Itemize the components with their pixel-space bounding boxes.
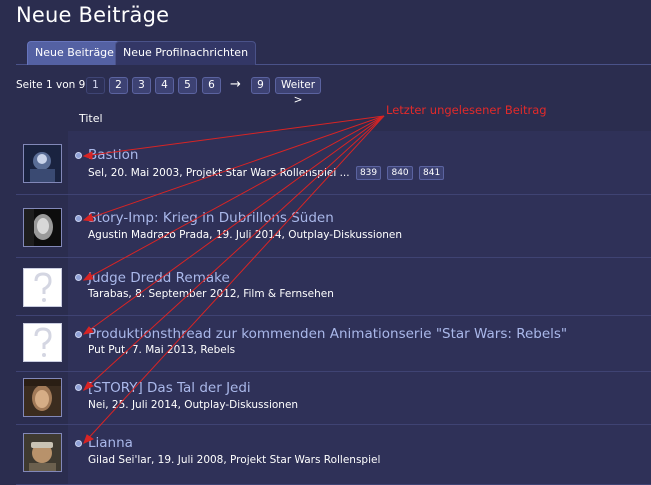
unread-status-icon[interactable] <box>75 152 82 159</box>
page-2-button[interactable]: 2 <box>109 77 128 94</box>
unread-status-icon[interactable] <box>75 274 82 281</box>
thread-title-link[interactable]: Bastion <box>88 147 138 163</box>
thread-meta: Tarabas, 8. September 2012, Film & Ferns… <box>88 288 334 300</box>
page-5-button[interactable]: 5 <box>178 77 197 94</box>
thread-meta-text: Sel, 20. Mai 2003, Projekt Star Wars Rol… <box>88 167 350 179</box>
avatar[interactable] <box>23 144 62 183</box>
annotation-label: Letzter ungelesener Beitrag <box>386 103 547 117</box>
thread-title-link[interactable]: Story-Imp: Krieg in Dubrillons Süden <box>88 210 334 226</box>
tab-neue-beitraege[interactable]: Neue Beiträge <box>27 41 122 65</box>
avatar[interactable] <box>23 208 62 247</box>
tab-bar: Neue Beiträge Neue Profilnachrichten <box>16 41 651 65</box>
unread-status-icon[interactable] <box>75 440 82 447</box>
avatar-placeholder[interactable] <box>23 323 62 362</box>
page-title: Neue Beiträge <box>16 3 170 27</box>
thread-meta: Gilad Sei'lar, 19. Juli 2008, Projekt St… <box>88 454 381 466</box>
mini-page-link[interactable]: 841 <box>419 166 445 180</box>
table-row: Lianna Gilad Sei'lar, 19. Juli 2008, Pro… <box>16 425 651 485</box>
unread-status-icon[interactable] <box>75 331 82 338</box>
page-6-button[interactable]: 6 <box>202 77 221 94</box>
avatar[interactable] <box>23 378 62 417</box>
pagination-label: Seite 1 von 9 <box>16 79 86 91</box>
thread-title-link[interactable]: Produktionsthread zur kommenden Animatio… <box>88 326 567 342</box>
thread-title-link[interactable]: [STORY] Das Tal der Jedi <box>88 380 251 396</box>
avatar-placeholder[interactable] <box>23 268 62 307</box>
tab-neue-profilnachrichten[interactable]: Neue Profilnachrichten <box>115 41 257 65</box>
thread-meta: Put Put, 7. Mai 2013, Rebels <box>88 344 236 356</box>
unread-status-icon[interactable] <box>75 215 82 222</box>
thread-meta: Sel, 20. Mai 2003, Projekt Star Wars Rol… <box>88 166 445 180</box>
column-header-title: Titel <box>79 112 103 125</box>
table-row: Judge Dredd Remake Tarabas, 8. September… <box>16 258 651 316</box>
table-row: Produktionsthread zur kommenden Animatio… <box>16 316 651 372</box>
page-3-button[interactable]: 3 <box>132 77 151 94</box>
thread-meta: Agustin Madrazo Prada, 19. Juli 2014, Ou… <box>88 229 403 241</box>
page-9-button[interactable]: 9 <box>251 77 270 94</box>
unread-status-icon[interactable] <box>75 384 82 391</box>
table-row: [STORY] Das Tal der Jedi Nei, 25. Juli 2… <box>16 372 651 425</box>
page-4-button[interactable]: 4 <box>155 77 174 94</box>
mini-page-link[interactable]: 840 <box>387 166 413 180</box>
avatar[interactable] <box>23 433 62 472</box>
thread-meta: Nei, 25. Juli 2014, Outplay-Diskussionen <box>88 399 299 411</box>
thread-title-link[interactable]: Judge Dredd Remake <box>88 270 230 286</box>
next-page-button[interactable]: Weiter > <box>275 77 322 106</box>
table-row: Bastion Sel, 20. Mai 2003, Projekt Star … <box>16 131 651 195</box>
page-1-button[interactable]: 1 <box>86 77 105 94</box>
mini-page-link[interactable]: 839 <box>355 166 382 180</box>
thread-title-link[interactable]: Lianna <box>88 435 133 451</box>
table-row: Story-Imp: Krieg in Dubrillons Süden Agu… <box>16 195 651 258</box>
arrow-right-icon: → <box>230 77 241 92</box>
